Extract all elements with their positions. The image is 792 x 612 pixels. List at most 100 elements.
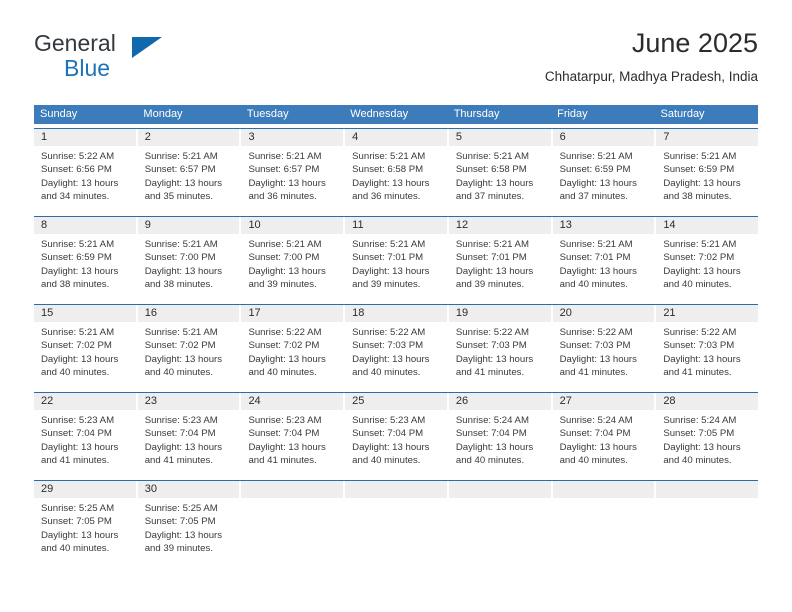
- sunset-text: Sunset: 7:04 PM: [144, 428, 216, 440]
- daylight-text-cont: and 40 minutes.: [248, 366, 317, 378]
- date-number[interactable]: 26: [448, 393, 553, 410]
- sunset-text: Sunset: 7:02 PM: [663, 252, 735, 264]
- daylight-text: Daylight: 13 hours: [352, 265, 430, 277]
- day-cell[interactable]: Sunrise: 5:23 AM Sunset: 7:04 PM Dayligh…: [345, 410, 449, 476]
- date-number[interactable]: 11: [345, 217, 449, 234]
- date-number-empty: [448, 481, 553, 498]
- day-cell[interactable]: Sunrise: 5:25 AM Sunset: 7:05 PM Dayligh…: [138, 498, 242, 564]
- day-cell[interactable]: Sunrise: 5:21 AM Sunset: 6:58 PM Dayligh…: [449, 146, 553, 212]
- date-number-empty: [552, 481, 657, 498]
- day-cell[interactable]: Sunrise: 5:21 AM Sunset: 7:02 PM Dayligh…: [656, 234, 758, 300]
- day-cell[interactable]: Sunrise: 5:21 AM Sunset: 7:01 PM Dayligh…: [449, 234, 553, 300]
- date-number[interactable]: 17: [241, 305, 346, 322]
- day-cell[interactable]: Sunrise: 5:24 AM Sunset: 7:04 PM Dayligh…: [449, 410, 553, 476]
- dow-monday: Monday: [143, 108, 183, 120]
- date-number[interactable]: 10: [241, 217, 346, 234]
- week-date-numbers: 8 9 10 11 12 13 14: [34, 217, 759, 234]
- daylight-text: Daylight: 13 hours: [559, 441, 637, 453]
- date-number-empty: [656, 481, 759, 498]
- daylight-text: Daylight: 13 hours: [144, 177, 223, 189]
- date-number[interactable]: 16: [137, 305, 242, 322]
- daylight-text-cont: and 39 minutes.: [144, 542, 213, 554]
- sunset-text: Sunset: 7:01 PM: [455, 252, 527, 264]
- date-number[interactable]: 14: [656, 217, 759, 234]
- date-number[interactable]: 9: [137, 217, 242, 234]
- sunrise-text: Sunrise: 5:22 AM: [352, 327, 426, 338]
- sunrise-text: Sunrise: 5:23 AM: [144, 415, 218, 426]
- date-number[interactable]: 7: [656, 129, 759, 146]
- sunset-text: Sunset: 7:01 PM: [352, 252, 424, 264]
- day-cell[interactable]: Sunrise: 5:23 AM Sunset: 7:04 PM Dayligh…: [34, 410, 138, 476]
- daylight-text-cont: and 38 minutes.: [663, 190, 732, 202]
- daylight-text: Daylight: 13 hours: [41, 529, 119, 541]
- day-cell[interactable]: Sunrise: 5:21 AM Sunset: 6:58 PM Dayligh…: [345, 146, 449, 212]
- day-cell[interactable]: Sunrise: 5:21 AM Sunset: 7:02 PM Dayligh…: [34, 322, 138, 388]
- daylight-text-cont: and 40 minutes.: [663, 454, 732, 466]
- day-cell[interactable]: Sunrise: 5:21 AM Sunset: 6:59 PM Dayligh…: [34, 234, 138, 300]
- day-cell[interactable]: Sunrise: 5:21 AM Sunset: 6:59 PM Dayligh…: [656, 146, 758, 212]
- date-number[interactable]: 2: [137, 129, 242, 146]
- week-date-numbers: 29 30: [34, 481, 759, 498]
- sunrise-text: Sunrise: 5:21 AM: [559, 151, 633, 162]
- date-number[interactable]: 12: [448, 217, 553, 234]
- date-number[interactable]: 24: [241, 393, 346, 410]
- date-number[interactable]: 6: [552, 129, 657, 146]
- date-number[interactable]: 29: [34, 481, 138, 498]
- daylight-text-cont: and 40 minutes.: [352, 454, 421, 466]
- date-number[interactable]: 18: [345, 305, 449, 322]
- date-number[interactable]: 4: [345, 129, 449, 146]
- day-cell[interactable]: Sunrise: 5:22 AM Sunset: 6:56 PM Dayligh…: [34, 146, 138, 212]
- day-cell[interactable]: Sunrise: 5:21 AM Sunset: 7:00 PM Dayligh…: [138, 234, 242, 300]
- date-number[interactable]: 28: [656, 393, 759, 410]
- date-number[interactable]: 25: [345, 393, 449, 410]
- date-number[interactable]: 13: [552, 217, 657, 234]
- sunrise-text: Sunrise: 5:24 AM: [559, 415, 633, 426]
- date-number[interactable]: 8: [34, 217, 138, 234]
- sunrise-text: Sunrise: 5:21 AM: [663, 239, 737, 250]
- sunrise-text: Sunrise: 5:21 AM: [41, 239, 115, 250]
- date-number-empty: [345, 481, 449, 498]
- sunset-text: Sunset: 6:59 PM: [559, 164, 631, 176]
- daylight-text: Daylight: 13 hours: [352, 441, 430, 453]
- general-blue-logo[interactable]: General Blue: [34, 30, 194, 86]
- day-cell[interactable]: Sunrise: 5:24 AM Sunset: 7:04 PM Dayligh…: [553, 410, 657, 476]
- day-cell[interactable]: Sunrise: 5:21 AM Sunset: 6:57 PM Dayligh…: [138, 146, 242, 212]
- daylight-text: Daylight: 13 hours: [663, 177, 741, 189]
- date-number[interactable]: 27: [552, 393, 657, 410]
- day-cell[interactable]: Sunrise: 5:22 AM Sunset: 7:03 PM Dayligh…: [656, 322, 758, 388]
- daylight-text: Daylight: 13 hours: [352, 177, 430, 189]
- daylight-text: Daylight: 13 hours: [455, 265, 534, 277]
- daylight-text: Daylight: 13 hours: [455, 353, 534, 365]
- day-cell[interactable]: Sunrise: 5:22 AM Sunset: 7:03 PM Dayligh…: [553, 322, 657, 388]
- date-number[interactable]: 21: [656, 305, 759, 322]
- daylight-text-cont: and 36 minutes.: [352, 190, 421, 202]
- day-cell[interactable]: Sunrise: 5:24 AM Sunset: 7:05 PM Dayligh…: [656, 410, 758, 476]
- date-number[interactable]: 23: [137, 393, 242, 410]
- day-cell[interactable]: Sunrise: 5:21 AM Sunset: 7:00 PM Dayligh…: [241, 234, 346, 300]
- daylight-text-cont: and 37 minutes.: [559, 190, 628, 202]
- date-number[interactable]: 3: [241, 129, 346, 146]
- day-cell[interactable]: Sunrise: 5:22 AM Sunset: 7:03 PM Dayligh…: [449, 322, 553, 388]
- day-cell[interactable]: Sunrise: 5:23 AM Sunset: 7:04 PM Dayligh…: [138, 410, 242, 476]
- day-cell[interactable]: Sunrise: 5:21 AM Sunset: 7:01 PM Dayligh…: [345, 234, 449, 300]
- date-number[interactable]: 19: [448, 305, 553, 322]
- daylight-text-cont: and 41 minutes.: [144, 454, 213, 466]
- date-number[interactable]: 15: [34, 305, 138, 322]
- date-number[interactable]: 5: [448, 129, 553, 146]
- day-cell[interactable]: Sunrise: 5:22 AM Sunset: 7:03 PM Dayligh…: [345, 322, 449, 388]
- daylight-text-cont: and 41 minutes.: [559, 366, 628, 378]
- sunset-text: Sunset: 6:56 PM: [41, 164, 112, 176]
- day-cell[interactable]: Sunrise: 5:21 AM Sunset: 7:01 PM Dayligh…: [553, 234, 657, 300]
- day-cell[interactable]: Sunrise: 5:21 AM Sunset: 7:02 PM Dayligh…: [138, 322, 242, 388]
- sunrise-text: Sunrise: 5:23 AM: [352, 415, 426, 426]
- daylight-text: Daylight: 13 hours: [144, 441, 223, 453]
- date-number[interactable]: 22: [34, 393, 138, 410]
- day-cell[interactable]: Sunrise: 5:21 AM Sunset: 6:57 PM Dayligh…: [241, 146, 346, 212]
- date-number[interactable]: 20: [552, 305, 657, 322]
- day-cell[interactable]: Sunrise: 5:21 AM Sunset: 6:59 PM Dayligh…: [553, 146, 657, 212]
- day-cell[interactable]: Sunrise: 5:22 AM Sunset: 7:02 PM Dayligh…: [241, 322, 346, 388]
- date-number[interactable]: 1: [34, 129, 138, 146]
- date-number[interactable]: 30: [137, 481, 242, 498]
- day-cell[interactable]: Sunrise: 5:23 AM Sunset: 7:04 PM Dayligh…: [241, 410, 346, 476]
- day-cell[interactable]: Sunrise: 5:25 AM Sunset: 7:05 PM Dayligh…: [34, 498, 138, 564]
